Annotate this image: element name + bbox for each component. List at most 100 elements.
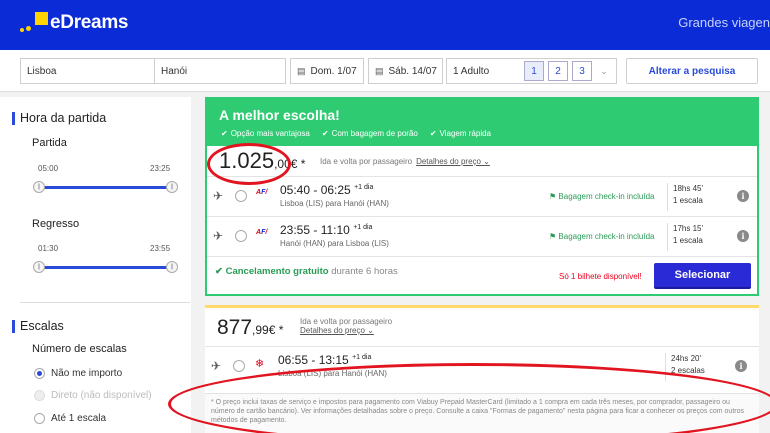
return-max-time: 23:55 <box>150 244 171 253</box>
pax-option-3[interactable]: 3 <box>572 61 592 81</box>
last-seat-warning: Só 1 bilhete disponível! <box>559 272 642 281</box>
destination-field[interactable]: Hanói <box>154 58 286 84</box>
outbound-label: Partida <box>32 137 67 149</box>
leg-duration: 18hs 45' 1 escala <box>667 183 727 211</box>
calendar-icon: ▤ <box>375 65 384 76</box>
return-slider-min-handle[interactable]: || <box>33 261 45 273</box>
pax-option-1[interactable]: 1 <box>524 61 544 81</box>
leg-times: 23:55 - 11:10 +1 dia <box>280 223 373 237</box>
leg-route: Hanói (HAN) para Lisboa (LIS) <box>280 239 389 248</box>
airline-logo: ❄ <box>255 358 265 370</box>
stop-option-any[interactable]: Não me importo <box>34 368 122 379</box>
origin-field[interactable]: Lisboa <box>20 58 155 84</box>
best-choice-banner: A melhor escolha! ✔ Opção mais vantajosa … <box>207 99 757 146</box>
result-price-note: Ida e volta por passageiro Detalhes do pr… <box>300 317 392 335</box>
check-icon: ✔ <box>221 129 228 138</box>
site-header: eDreams Grandes viagen <box>0 0 770 50</box>
radio-disabled-icon <box>34 390 45 401</box>
logo-text: eDreams <box>50 12 129 33</box>
best-choice-card: A melhor escolha! ✔ Opção mais vantajosa … <box>205 97 759 296</box>
best-choice-features: ✔ Opção mais vantajosa ✔ Com bagagem de po… <box>221 129 491 138</box>
plane-departure-icon: ✈ <box>211 359 222 373</box>
duration-value: 17hs 15' <box>673 224 703 233</box>
sidebar-divider <box>20 302 190 303</box>
baggage-included: ⚑ Bagagem check-in incluída <box>549 192 655 201</box>
info-icon[interactable]: i <box>735 360 747 372</box>
return-slider-max-handle[interactable]: || <box>166 261 178 273</box>
stops-value: 1 escala <box>673 236 703 245</box>
price-details-link[interactable]: Detalhes do preço ⌄ <box>416 157 490 166</box>
info-icon[interactable]: i <box>737 190 749 202</box>
search-bar: Lisboa Hanói ▤ Dom. 1/07 ▤ Sáb. 14/07 1 Ad… <box>0 50 770 92</box>
logo-mark-icon <box>20 12 48 34</box>
outbound-min-time: 05:00 <box>38 164 59 173</box>
check-icon: ✔ <box>429 129 437 138</box>
stops-title: Escalas <box>12 319 64 333</box>
chevron-down-icon[interactable]: ⌄ <box>595 61 613 81</box>
leg-radio[interactable] <box>235 190 247 202</box>
price-annotation-circle <box>207 143 291 185</box>
radio-icon <box>34 413 45 424</box>
departure-time-title: Hora da partida <box>11 111 107 125</box>
pax-option-2[interactable]: 2 <box>548 61 568 81</box>
select-button[interactable]: Selecionar <box>654 263 751 289</box>
plane-departure-icon: ✈ <box>213 189 224 203</box>
price-note-text: Ida e volta por passageiro <box>320 157 413 166</box>
filters-sidebar: Hora da partida Partida 05:00 23:25 || |… <box>0 97 191 433</box>
return-leg[interactable]: ✈ AF/ 23:55 - 11:10 +1 dia Hanói (HAN) p… <box>207 216 757 256</box>
best-choice-title: A melhor escolha! <box>219 107 340 123</box>
duration-value: 24hs 20' <box>671 354 701 363</box>
price-main: 877 <box>217 316 253 339</box>
stop-option-label: Até 1 escala <box>51 413 107 424</box>
price-decimals: ,99€ * <box>252 323 284 337</box>
plane-arrival-icon: ✈ <box>213 229 224 243</box>
stop-option-one[interactable]: Até 1 escala <box>34 413 106 424</box>
info-icon[interactable]: i <box>737 230 749 242</box>
feature-label: Com bagagem de porão <box>331 129 418 138</box>
baggage-included: ⚑ Bagagem check-in incluída <box>549 232 655 241</box>
free-cancellation: ✔ Cancelamento gratuito durante 6 horas <box>215 266 398 277</box>
radio-selected-icon <box>34 368 45 379</box>
return-slider-track <box>40 266 172 269</box>
leg-times: 05:40 - 06:25 +1 dia <box>280 183 374 197</box>
leg-duration: 17hs 15' 1 escala <box>667 223 727 251</box>
feature-label: Opção mais vantajosa <box>230 129 310 138</box>
stops-count-label: Número de escalas <box>32 343 127 355</box>
feature-item: ✔ Opção mais vantajosa <box>221 129 310 138</box>
stops-value: 1 escala <box>673 196 703 205</box>
outbound-leg[interactable]: ✈ AF/ 05:40 - 06:25 +1 dia Lisboa (LIS) … <box>207 176 757 216</box>
feature-item: ✔ Com bagagem de porão <box>322 129 418 138</box>
air-france-logo: AF/ <box>256 229 268 236</box>
duration-value: 18hs 45' <box>673 184 703 193</box>
destination-value: Hanói <box>161 65 188 77</box>
outbound-slider-min-handle[interactable]: || <box>33 181 45 193</box>
outbound-slider-track <box>40 186 172 189</box>
leg-radio[interactable] <box>235 230 247 242</box>
price-note-text: Ida e volta por passageiro <box>300 317 393 326</box>
alter-search-button[interactable]: Alterar a pesquisa <box>626 58 758 84</box>
best-price-note: Ida e volta por passageiro Detalhes do pr… <box>320 157 490 166</box>
return-date-field[interactable]: ▤ Sáb. 14/07 <box>368 58 443 84</box>
stop-option-direct: Direto (não disponível) <box>34 390 152 401</box>
check-icon: ✔ <box>321 129 329 138</box>
feature-label: Viagem rápida <box>439 129 491 138</box>
depart-date-value: Dom. 1/07 <box>310 65 357 77</box>
air-france-logo: AF/ <box>256 189 268 196</box>
leg-times: 06:55 - 13:15 +1 dia <box>278 353 372 367</box>
return-date-value: Sáb. 14/07 <box>388 65 437 77</box>
price-details-link[interactable]: Detalhes do preço ⌄ <box>300 326 392 335</box>
calendar-icon: ▤ <box>297 65 306 76</box>
return-min-time: 01:30 <box>38 244 59 253</box>
passengers-value: 1 Adulto <box>453 65 490 77</box>
stop-option-label: Direto (não disponível) <box>51 390 152 401</box>
edreams-logo[interactable]: eDreams <box>20 12 128 34</box>
grandes-viagens-link[interactable]: Grandes viagen <box>678 15 770 30</box>
outbound-max-time: 23:25 <box>150 164 171 173</box>
outbound-slider-max-handle[interactable]: || <box>166 181 178 193</box>
best-card-footer: ✔ Cancelamento gratuito durante 6 horas … <box>207 256 757 294</box>
leg-radio[interactable] <box>233 360 245 372</box>
return-label: Regresso <box>32 218 80 230</box>
depart-date-field[interactable]: ▤ Dom. 1/07 <box>290 58 364 84</box>
stop-option-label: Não me importo <box>51 368 123 379</box>
origin-value: Lisboa <box>27 65 57 77</box>
